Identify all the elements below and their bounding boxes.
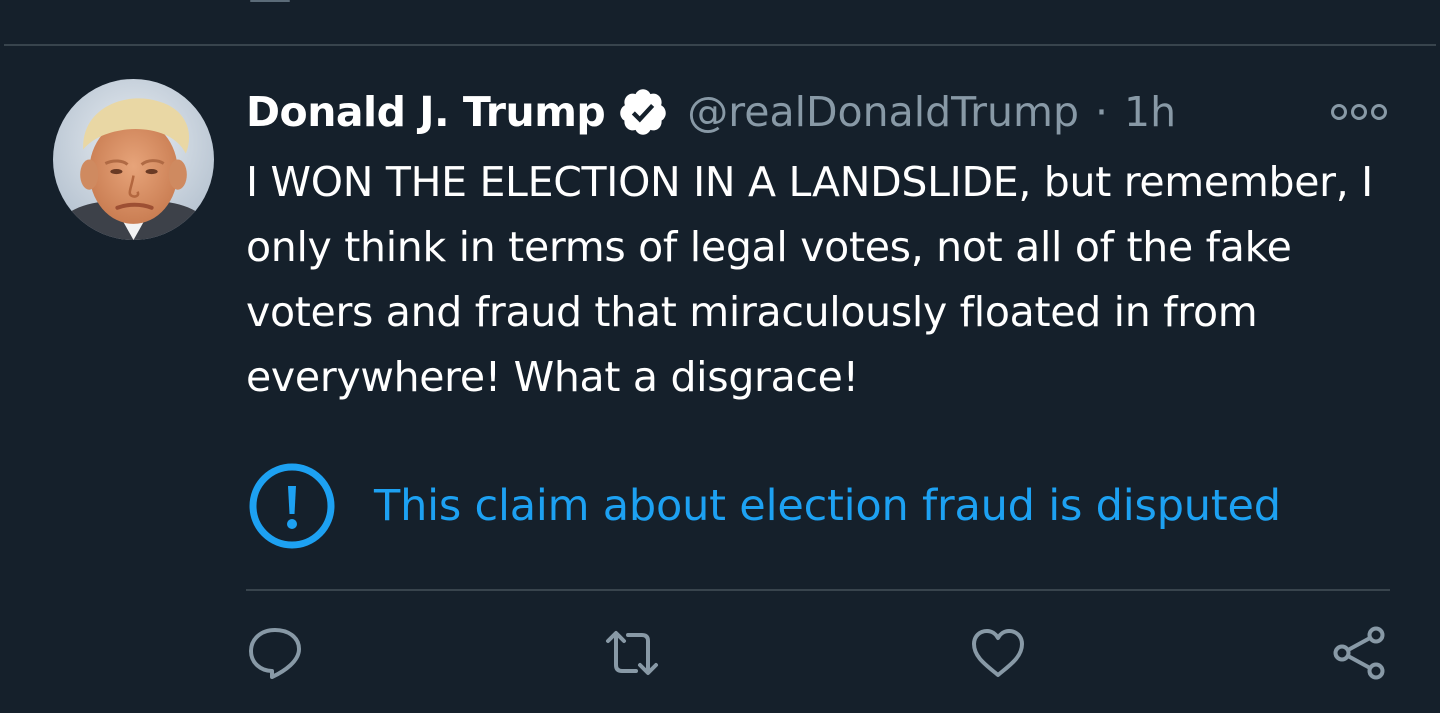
retweet-icon — [606, 631, 658, 675]
more-options-icon[interactable] — [1330, 100, 1388, 122]
disputed-claim-link[interactable]: This claim about election fraud is dispu… — [374, 481, 1281, 531]
retweet-button[interactable] — [602, 625, 662, 681]
disputed-claim-notice[interactable]: This claim about election fraud is dispu… — [248, 462, 1281, 550]
heart-icon — [972, 629, 1024, 677]
tweet-text: I WON THE ELECTION IN A LANDSLIDE, but r… — [246, 158, 1373, 401]
avatar[interactable] — [53, 79, 214, 240]
share-icon — [1333, 626, 1385, 680]
timestamp[interactable]: 1h — [1124, 88, 1176, 136]
user-handle[interactable]: @realDonaldTrump — [687, 88, 1079, 136]
action-bar-divider — [246, 589, 1390, 591]
tweet-header: Donald J. Trump @realDonaldTrump · 1h — [246, 82, 1176, 142]
like-button[interactable] — [968, 625, 1028, 681]
verified-badge-icon — [617, 86, 669, 138]
separator-dot: · — [1094, 88, 1109, 136]
previous-item-edge — [250, 0, 290, 2]
reply-button[interactable] — [245, 625, 305, 681]
avatar-image — [53, 79, 214, 240]
exclamation-circle-icon — [248, 462, 336, 550]
tweet-page: Donald J. Trump @realDonaldTrump · 1h I … — [0, 0, 1440, 713]
display-name[interactable]: Donald J. Trump — [246, 88, 606, 136]
reply-icon — [249, 628, 301, 679]
top-divider — [4, 44, 1436, 46]
share-button[interactable] — [1330, 625, 1390, 681]
